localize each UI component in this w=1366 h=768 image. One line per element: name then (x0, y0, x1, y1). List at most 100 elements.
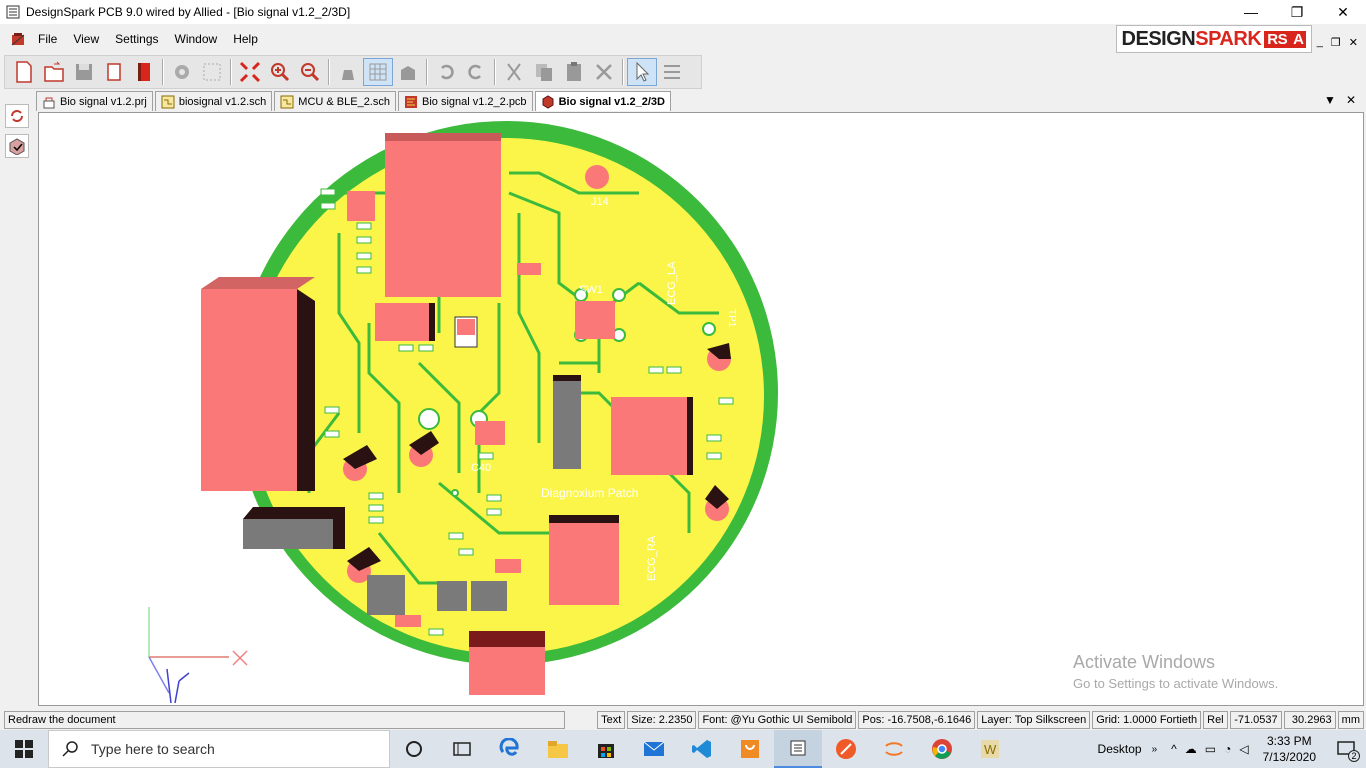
tab-close-button[interactable]: ✕ (1346, 93, 1356, 107)
schematic-icon (161, 95, 175, 108)
status-layer: Layer: Top Silkscreen (977, 711, 1091, 729)
minimize-button[interactable]: — (1228, 0, 1274, 24)
3d-viewport[interactable]: Diagnoxium Patch SW1 C40 J14 ECG_LA ECG_… (38, 112, 1364, 706)
word-icon[interactable]: W (966, 730, 1014, 768)
volume-icon[interactable]: ◁ (1239, 742, 1248, 756)
left-sidebar (0, 92, 34, 706)
pan-icon[interactable] (333, 58, 363, 86)
designspark-taskbar-icon[interactable] (774, 730, 822, 768)
label-j14: J14 (591, 196, 609, 208)
windows-logo-icon (15, 740, 33, 758)
desktop-toolbar-label[interactable]: Desktop (1098, 742, 1142, 756)
menu-window[interactable]: Window (167, 32, 226, 46)
tab-project[interactable]: Bio signal v1.2.prj (36, 91, 153, 111)
small-chip (495, 559, 521, 573)
cut-icon[interactable] (499, 58, 529, 86)
tab-list-dropdown[interactable]: ▼ (1324, 93, 1336, 107)
clock[interactable]: 3:33 PM 7/13/2020 (1263, 733, 1316, 765)
paste-icon[interactable] (559, 58, 589, 86)
notification-count-badge: 2 (1348, 750, 1360, 762)
copy-icon[interactable] (529, 58, 559, 86)
document-icon[interactable] (10, 31, 26, 47)
layer-toggle-icon[interactable] (393, 58, 423, 86)
tab-3d[interactable]: Bio signal v1.2_2/3D (534, 91, 671, 111)
open-file-icon[interactable] (39, 58, 69, 86)
close-button[interactable]: ✕ (1320, 0, 1366, 24)
start-button[interactable] (0, 730, 48, 768)
task-view-icon[interactable] (438, 730, 486, 768)
chrome-icon[interactable] (918, 730, 966, 768)
status-message: Redraw the document (4, 711, 566, 729)
label-ecg-la: ECG_LA (666, 261, 678, 305)
status-pos: Pos: -16.7508,-6.1646 (858, 711, 976, 729)
menu-file[interactable]: File (30, 32, 65, 46)
mdi-restore-button[interactable]: ❐ (1331, 36, 1341, 49)
3d-view-icon[interactable] (5, 134, 29, 158)
save-all-icon[interactable] (99, 58, 129, 86)
vscode-icon[interactable] (678, 730, 726, 768)
gray-ic-bottom (367, 575, 507, 615)
tab-schematic-biosignal[interactable]: biosignal v1.2.sch (154, 91, 273, 111)
tall-connector-top (385, 133, 501, 297)
gray-connector-left (243, 507, 345, 549)
refresh-icon[interactable] (5, 104, 29, 128)
menu-settings[interactable]: Settings (107, 32, 166, 46)
jupyter-icon[interactable] (870, 730, 918, 768)
test-point-j14 (585, 165, 609, 189)
battery-holder (201, 277, 315, 491)
mail-icon[interactable] (630, 730, 678, 768)
file-explorer-icon[interactable] (534, 730, 582, 768)
search-icon (62, 741, 78, 757)
undo-icon[interactable] (431, 58, 461, 86)
zoom-in-icon[interactable] (265, 58, 295, 86)
svg-text:W: W (984, 742, 997, 757)
battery-icon[interactable]: ▭ (1205, 742, 1216, 756)
tab-schematic-mcu[interactable]: MCU & BLE_2.sch (274, 91, 396, 111)
select-icon[interactable] (627, 58, 657, 86)
new-file-icon[interactable] (9, 58, 39, 86)
project-icon (43, 97, 55, 108)
edge-icon[interactable] (486, 730, 534, 768)
small-part (517, 263, 541, 275)
pcb-3d-render[interactable]: Diagnoxium Patch SW1 C40 J14 ECG_LA ECG_… (39, 113, 1364, 706)
board-label: Diagnoxium Patch (541, 486, 638, 500)
chevron-up-icon[interactable]: ^ (1171, 742, 1177, 756)
save-icon[interactable] (69, 58, 99, 86)
taskbar-search[interactable]: Type here to search (48, 730, 390, 768)
status-grid: Grid: 1.0000 Fortieth (1092, 711, 1202, 729)
document-tabs: Bio signal v1.2.prj biosignal v1.2.sch M… (36, 91, 1366, 111)
small-chip (395, 615, 421, 627)
main-toolbar (4, 55, 702, 89)
label-ecg-ra: ECG_RA (646, 535, 658, 581)
label-sw1: SW1 (579, 284, 603, 296)
zoom-fit-icon[interactable] (235, 58, 265, 86)
rs-badge: RS (1264, 30, 1291, 48)
cortana-icon[interactable] (390, 730, 438, 768)
button-sw1 (575, 301, 615, 339)
3d-icon (542, 94, 554, 109)
settings-gear-icon[interactable] (167, 58, 197, 86)
pdf-app-icon[interactable] (726, 730, 774, 768)
mdi-close-button[interactable]: ✕ (1349, 36, 1358, 49)
menu-help[interactable]: Help (225, 32, 266, 46)
properties-icon[interactable] (657, 58, 687, 86)
mdi-minimize-button[interactable]: _ (1317, 36, 1323, 49)
pen-app-icon[interactable] (822, 730, 870, 768)
grid-toggle-icon[interactable] (363, 58, 393, 86)
tab-pcb[interactable]: Bio signal v1.2_2.pcb (397, 91, 533, 111)
maximize-button[interactable]: ❐ (1274, 0, 1320, 24)
redo-icon[interactable] (461, 58, 491, 86)
search-placeholder: Type here to search (91, 741, 215, 757)
status-bar: Redraw the document Text Size: 2.2350 Fo… (0, 710, 1366, 730)
double-chevron-icon[interactable]: » (1152, 744, 1158, 755)
library-icon[interactable] (129, 58, 159, 86)
wifi-icon[interactable]: ◔ (1224, 742, 1231, 756)
network-status-icon[interactable]: ☁ (1185, 742, 1197, 756)
menu-view[interactable]: View (65, 32, 107, 46)
zoom-out-icon[interactable] (295, 58, 325, 86)
store-icon[interactable] (582, 730, 630, 768)
delete-icon[interactable] (589, 58, 619, 86)
ic-gray-vertical (553, 375, 581, 469)
notification-center-icon[interactable]: 2 (1326, 730, 1366, 768)
grid-settings-icon[interactable] (197, 58, 227, 86)
